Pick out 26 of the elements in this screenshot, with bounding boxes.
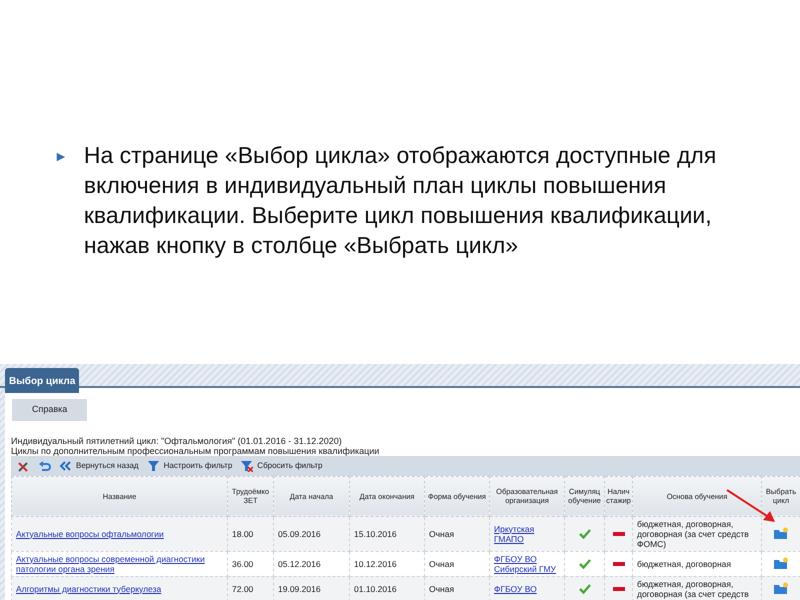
table-cell: 72.00 bbox=[228, 576, 274, 600]
table-cell: бюджетная, договорная, договорная (за счет средств bbox=[632, 576, 762, 600]
table-cell: 05.09.2016 bbox=[274, 516, 350, 551]
table-cell: бюджетная, договорная, договорная (за счет средств ФОМС) bbox=[632, 516, 762, 551]
window-tab[interactable]: Выбор цикла bbox=[5, 368, 80, 393]
table-cell: Очная bbox=[424, 576, 490, 600]
double-chevron-icon bbox=[59, 459, 72, 472]
bullet-icon: ► bbox=[54, 146, 68, 260]
toolbar-button[interactable]: Сбросить фильтр bbox=[240, 459, 322, 472]
folder-icon[interactable] bbox=[773, 557, 789, 570]
toolbar-button[interactable]: Вернуться назад bbox=[59, 459, 139, 472]
info-text: Индивидуальный пятилетний цикл: "Офтальмология" (01.01.2016 - 31.12.2020) bbox=[11, 436, 342, 446]
slide-paragraph: На странице «Выбор цикла» отображаются доступные для включения в индивидуальный план циклы повышения квалификации. Выберите цикл повышения квалификации, нажав кнопку в столбце «Выбрать цикл» bbox=[84, 141, 718, 260]
table-cell: 19.09.2016 bbox=[274, 576, 350, 600]
folder-icon[interactable] bbox=[773, 527, 789, 540]
help-button[interactable]: Справка bbox=[12, 399, 88, 420]
info-text: Циклы по дополнительным профессиональным программам повышения квалификации bbox=[11, 446, 380, 456]
table-cell: 18.00 bbox=[228, 516, 274, 551]
table-cell: Очная bbox=[424, 516, 490, 551]
table-cell: 01.10.2016 bbox=[350, 576, 424, 600]
filter-icon bbox=[146, 459, 160, 472]
toolbar-button[interactable]: Настроить фильтр bbox=[146, 459, 232, 472]
undo-arrow-icon[interactable] bbox=[38, 459, 51, 472]
table-cell: 15.10.2016 bbox=[350, 516, 424, 551]
filter-clear-icon bbox=[240, 459, 254, 472]
folder-icon[interactable] bbox=[773, 582, 789, 595]
